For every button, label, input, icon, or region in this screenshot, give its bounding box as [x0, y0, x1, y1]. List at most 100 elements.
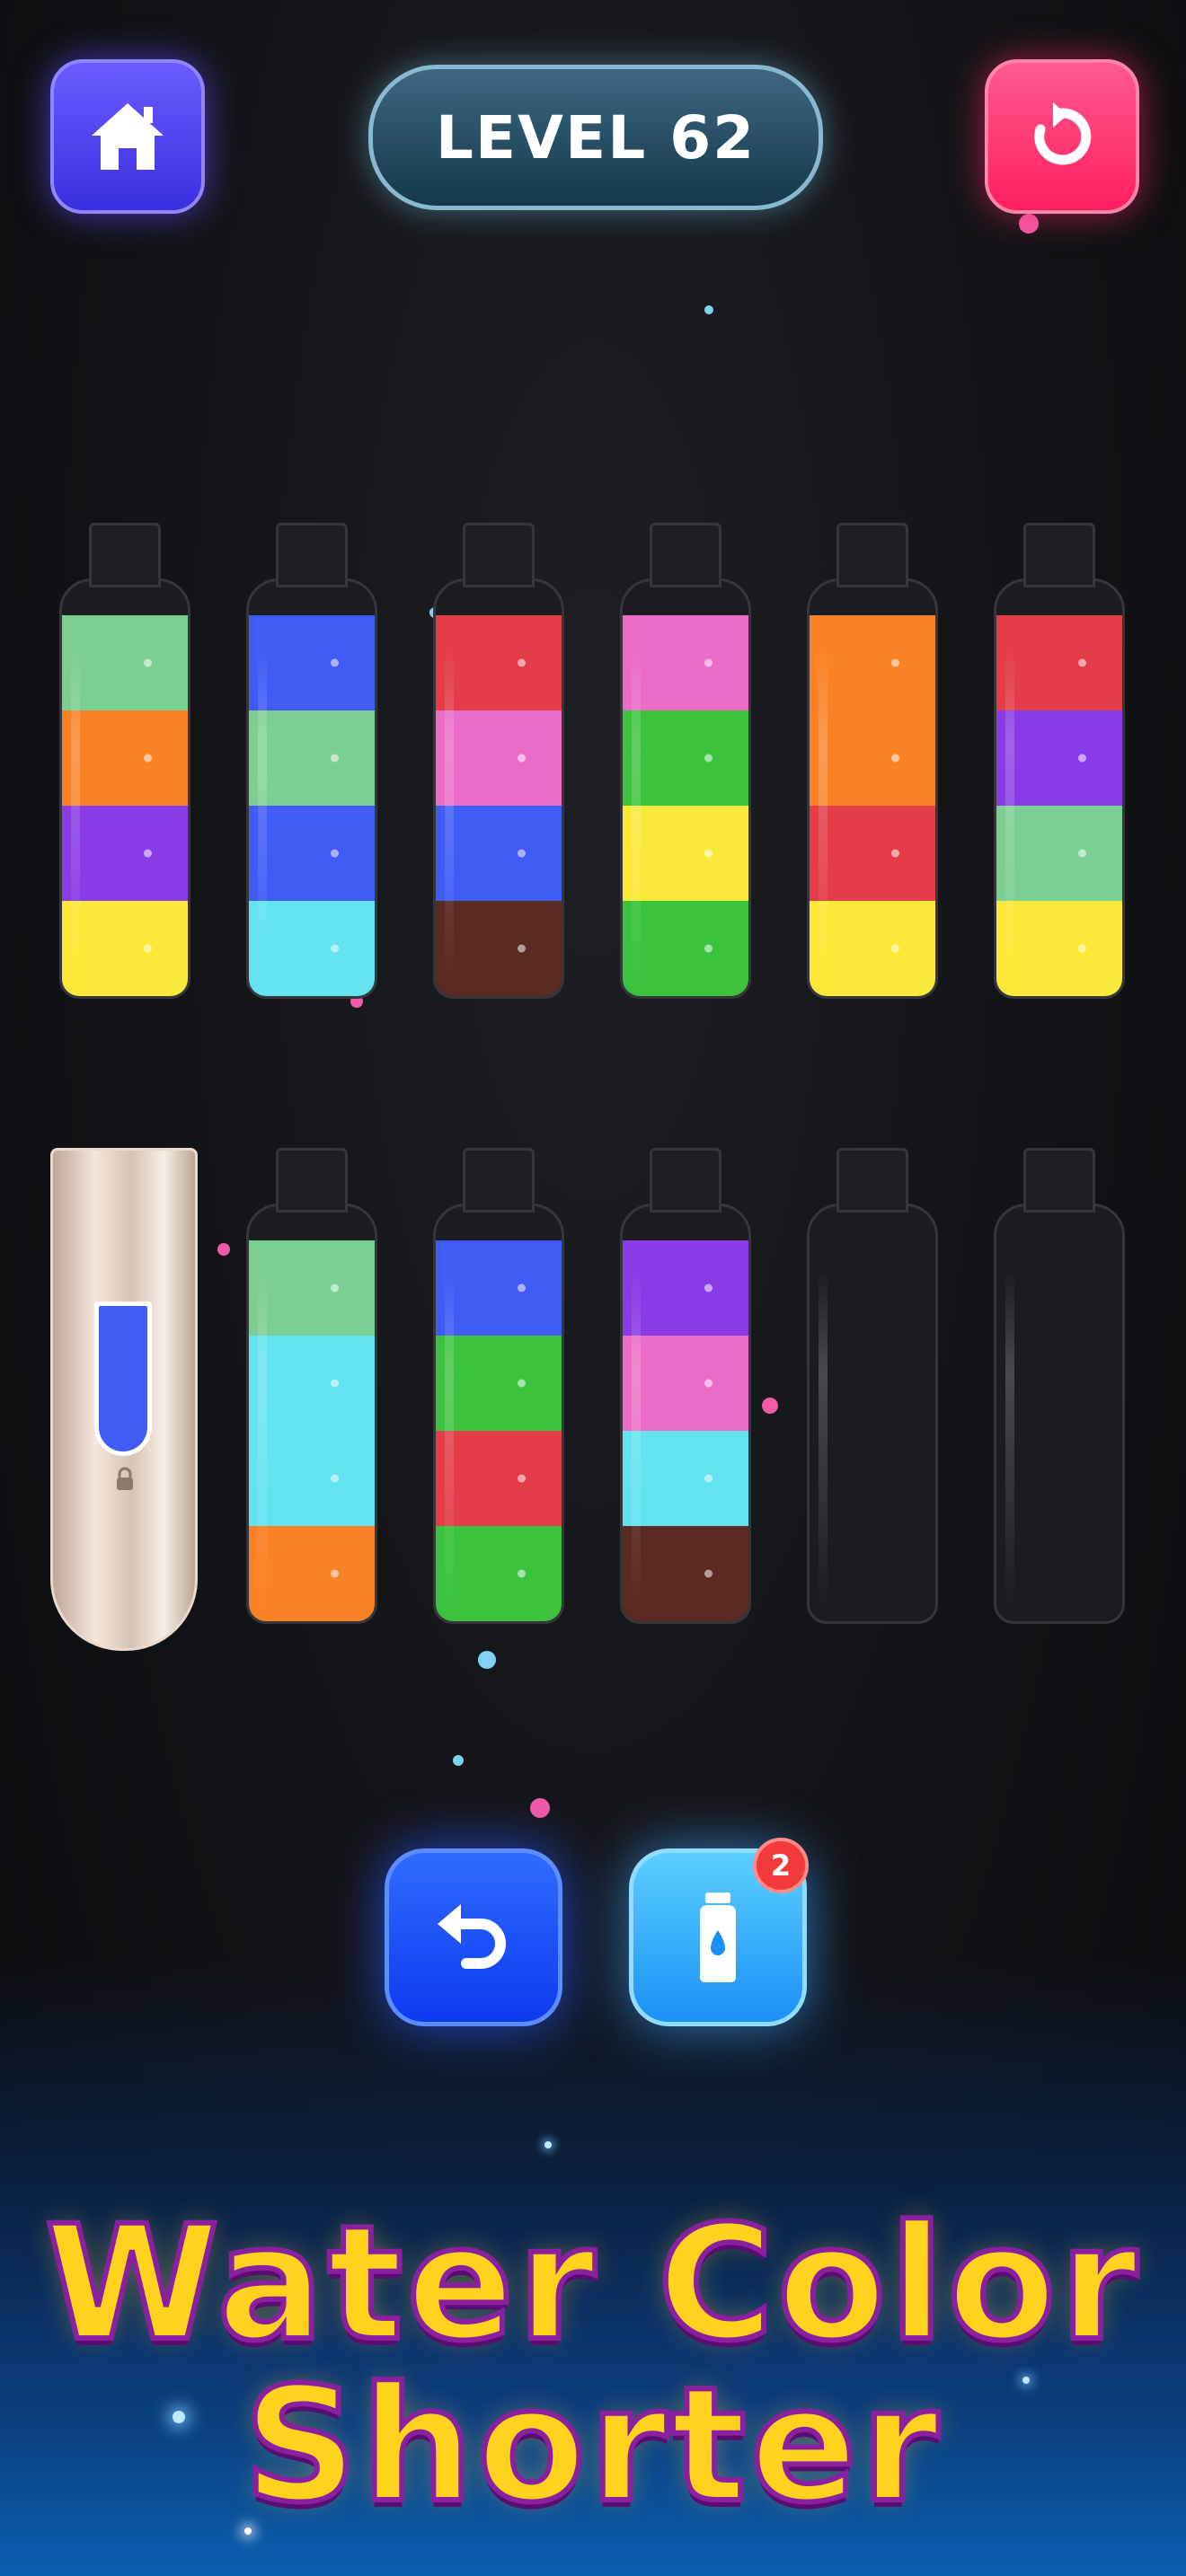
liquid-layer-blue [436, 1240, 562, 1336]
liquid-layer-pink [623, 615, 748, 710]
liquid-layer-green-light [996, 806, 1122, 901]
level-label: LEVEL 62 [435, 102, 757, 172]
bottle-shine [258, 644, 267, 985]
bottle-2[interactable] [246, 523, 377, 999]
bottle-body [620, 1204, 751, 1624]
liquid-layer-green [623, 710, 748, 806]
bottle-5[interactable] [807, 523, 938, 999]
bottle-body [433, 1204, 564, 1624]
bottle-12[interactable] [994, 1148, 1125, 1624]
add-bottle-count: 2 [770, 1848, 792, 1883]
bottle-8[interactable] [246, 1148, 377, 1624]
bottle-neck [89, 523, 161, 587]
sparkle-dot [1019, 214, 1039, 234]
undo-arrow-icon [438, 1904, 506, 1969]
liquid-layer-blue [436, 806, 562, 901]
liquid-layer-green-light [249, 1240, 375, 1336]
home-icon [92, 103, 164, 170]
locked-bottle[interactable] [50, 1148, 198, 1651]
bottle-shine [632, 1269, 641, 1610]
liquid-layer-red [996, 615, 1122, 710]
bottle-shine [1005, 644, 1014, 985]
bottle-10[interactable] [620, 1148, 751, 1624]
bottle-shine [445, 1269, 454, 1610]
bottle-shine [819, 1269, 828, 1610]
bottle-9[interactable] [433, 1148, 564, 1624]
bottle-3[interactable] [433, 523, 564, 999]
bottle-neck [1023, 1148, 1095, 1213]
liquid-layer-green [623, 901, 748, 996]
bottle-shine [445, 644, 454, 985]
home-button[interactable] [50, 59, 205, 214]
liquid-layer-blue [249, 615, 375, 710]
sparkle-dot [478, 1651, 496, 1669]
undo-button[interactable] [385, 1848, 562, 2026]
liquid-layer-cyan [249, 901, 375, 996]
bottle-body [246, 578, 377, 999]
add-bottle-count-badge: 2 [753, 1838, 809, 1893]
liquid-layer-orange [810, 615, 935, 710]
liquid-layer-yellow [623, 806, 748, 901]
sparkle-dot [704, 305, 713, 314]
bottle-body [59, 578, 190, 999]
bottle-neck [276, 1148, 348, 1213]
sparkle-dot [762, 1398, 778, 1414]
liquid-layer-purple [62, 806, 188, 901]
star-sparkle [544, 2141, 552, 2148]
bottle-shine [819, 644, 828, 985]
locked-bottle-preview-fill [99, 1306, 147, 1451]
bottle-11[interactable] [807, 1148, 938, 1624]
liquid-layer-pink [436, 710, 562, 806]
bottle-neck [463, 523, 535, 587]
bottle-neck [1023, 523, 1095, 587]
bottle-body [994, 1204, 1125, 1624]
liquid-layer-red [436, 1431, 562, 1526]
bottle-shine [71, 644, 80, 985]
liquid-layer-red [436, 615, 562, 710]
liquid-layer-brown [436, 901, 562, 996]
liquid-layer-orange [62, 710, 188, 806]
bottle-6[interactable] [994, 523, 1125, 999]
sparkle-dot [217, 1243, 230, 1256]
bottle-4[interactable] [620, 523, 751, 999]
game-title-line2: Shorter [241, 2351, 943, 2540]
liquid-layer-orange [810, 710, 935, 806]
liquid-layer-yellow [996, 901, 1122, 996]
liquid-layer-cyan [623, 1431, 748, 1526]
locked-bottle-preview [94, 1301, 152, 1456]
bottle-shine [1005, 1269, 1014, 1610]
liquid-layer-green-light [62, 615, 188, 710]
bottle-shine [258, 1269, 267, 1610]
bottle-1[interactable] [59, 523, 190, 999]
bottle-body [433, 578, 564, 999]
liquid-layer-pink [623, 1336, 748, 1431]
bottle-body [807, 578, 938, 999]
bottle-neck [650, 1148, 721, 1213]
liquid-layer-green [436, 1336, 562, 1431]
water-bottle-icon [700, 1892, 736, 1982]
liquid-layer-red [810, 806, 935, 901]
liquid-layer-brown [623, 1526, 748, 1621]
bottle-neck [836, 523, 908, 587]
liquid-layer-yellow [62, 901, 188, 996]
bottle-neck [276, 523, 348, 587]
bottle-body [994, 578, 1125, 999]
liquid-layer-yellow [810, 901, 935, 996]
restart-button[interactable] [985, 59, 1139, 214]
liquid-layer-orange [249, 1526, 375, 1621]
bottle-neck [836, 1148, 908, 1213]
lock-icon [117, 1467, 133, 1490]
game-title-line1: Water Color [42, 2189, 1142, 2378]
liquid-layer-cyan [249, 1336, 375, 1431]
liquid-layer-green [436, 1526, 562, 1621]
liquid-layer-green-light [249, 710, 375, 806]
bottle-body [246, 1204, 377, 1624]
bottle-neck [463, 1148, 535, 1213]
sparkle-dot [530, 1798, 550, 1818]
bottle-neck [650, 523, 721, 587]
bottle-body [620, 578, 751, 999]
level-indicator: LEVEL 62 [368, 65, 823, 210]
liquid-layer-purple [623, 1240, 748, 1336]
sparkle-dot [453, 1755, 464, 1766]
liquid-layer-purple [996, 710, 1122, 806]
